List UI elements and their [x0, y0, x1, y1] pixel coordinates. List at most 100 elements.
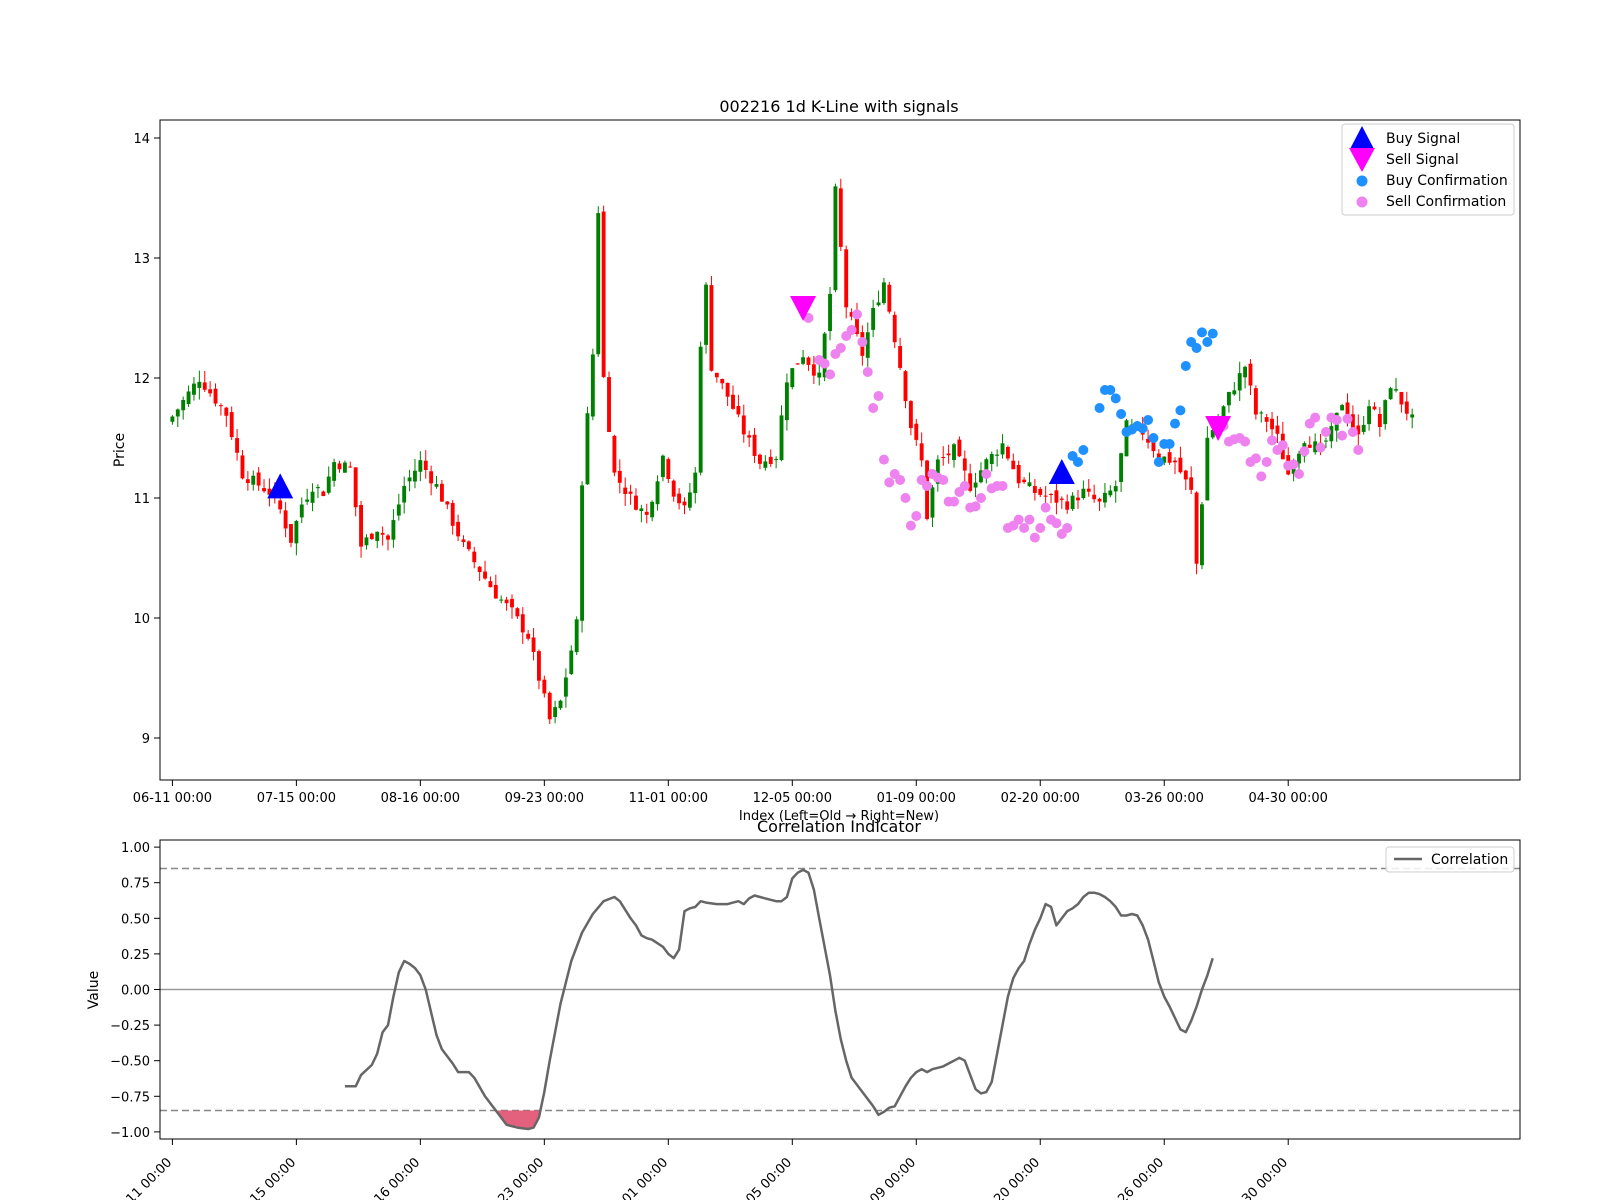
legend-sell-signal-label: Sell Signal: [1386, 152, 1459, 168]
sell-confirmation-marker: [959, 481, 970, 491]
legend-buy-signal-label: Buy Signal: [1386, 131, 1460, 147]
candle-body: [1200, 504, 1204, 566]
legend-correlation-label: Correlation: [1431, 852, 1508, 868]
candle-body: [1372, 406, 1377, 410]
sell-confirmation-marker: [1261, 457, 1272, 467]
buy-confirmation-marker: [1072, 457, 1083, 467]
sell-confirmation-marker: [1040, 502, 1051, 513]
kline-x-tick-label: 12-05 00:00: [753, 791, 832, 806]
correlation-legend: Correlation: [1385, 846, 1515, 873]
candle-body: [558, 700, 563, 709]
correlation-y-tick-label: 0.50: [121, 912, 150, 927]
candle-body: [1081, 488, 1086, 499]
buy-confirmation-marker: [1137, 423, 1148, 434]
candle-body: [1016, 464, 1021, 484]
candle-body: [407, 477, 412, 482]
candle-body: [590, 354, 595, 417]
candle-body: [569, 650, 574, 674]
buy-confirmation-marker: [1175, 405, 1186, 416]
candle-body: [391, 520, 396, 540]
candle-body: [617, 470, 622, 483]
sell-confirmation-marker: [1320, 427, 1331, 437]
candle-body: [714, 372, 719, 378]
candle-body: [472, 551, 477, 563]
candle-body: [1011, 460, 1016, 470]
candle-body: [833, 186, 838, 291]
candle-body: [461, 539, 466, 543]
candle-body: [537, 651, 541, 681]
kline-y-tick-label: 12: [133, 372, 150, 387]
sell-confirmation-marker: [900, 493, 911, 503]
candle-body: [612, 435, 617, 473]
kline-x-tick-label: 03-26 00:00: [1125, 791, 1204, 806]
buy-confirmation-marker: [1105, 385, 1116, 395]
candle-body: [752, 434, 757, 456]
candle-body: [623, 487, 628, 494]
candle-body: [736, 405, 741, 415]
sell-confirmation-marker: [1288, 459, 1299, 470]
sell-confirmation-marker: [825, 369, 836, 380]
buy-confirmation-marker: [1148, 433, 1159, 443]
sell-confirmation-marker: [905, 520, 916, 531]
candle-body: [1383, 400, 1388, 425]
sell-confirmation-marker: [878, 454, 889, 465]
candle-body: [774, 459, 779, 461]
candle-body: [197, 381, 202, 388]
kline-x-tick-label: 07-15 00:00: [257, 791, 336, 806]
candle-body: [245, 479, 250, 484]
sell-confirmation-marker: [1013, 514, 1024, 525]
candle-body: [1237, 373, 1242, 391]
candle-body: [1000, 443, 1005, 455]
candle-body: [192, 383, 196, 395]
kline-x-tick-label: 04-30 00:00: [1249, 791, 1328, 806]
sell-confirmation-marker: [1342, 413, 1353, 424]
candle-body: [865, 332, 870, 358]
candle-body: [790, 368, 795, 388]
sell-confirmation-marker: [911, 511, 922, 521]
candle-body: [1388, 388, 1393, 400]
candle-body: [919, 443, 924, 461]
sell-confirmation-marker: [922, 481, 933, 491]
candle-body: [359, 504, 364, 547]
candle-body: [1032, 486, 1037, 493]
candle-body: [580, 485, 585, 621]
candle-body: [957, 439, 962, 457]
candle-body: [687, 492, 692, 508]
sell-confirmation-marker: [857, 337, 868, 347]
candle-body: [218, 405, 223, 407]
correlation-y-label: Value: [86, 971, 102, 1009]
candle-body: [488, 581, 493, 588]
candle-body: [353, 467, 358, 508]
buy-confirmation-marker: [1180, 361, 1191, 371]
candle-body: [240, 455, 245, 479]
buy-confirmation-marker: [1143, 415, 1154, 425]
candle-body: [1167, 452, 1172, 463]
sell-confirmation-marker: [970, 501, 981, 512]
candle-body: [542, 679, 547, 694]
candle-body: [1113, 486, 1118, 492]
candle-body: [466, 541, 471, 550]
candle-body: [989, 453, 994, 464]
candle-body: [1022, 479, 1027, 483]
candle-body: [423, 460, 428, 470]
candle-body: [639, 508, 644, 512]
candle-body: [310, 491, 315, 503]
candle-body: [768, 456, 773, 464]
candle-body: [1264, 417, 1269, 422]
candle-body: [499, 599, 504, 601]
sell-confirmation-marker: [851, 309, 862, 320]
candle-body: [1340, 405, 1345, 411]
candle-body: [208, 389, 213, 394]
kline-x-tick-label: 01-09 00:00: [877, 791, 956, 806]
candle-body: [995, 454, 1000, 456]
sell-confirmation-marker: [1299, 446, 1310, 457]
candle-body: [1410, 414, 1415, 418]
candle-body: [547, 692, 552, 720]
candle-body: [1324, 440, 1328, 442]
candle-body: [1248, 363, 1253, 386]
candle-body: [666, 459, 671, 480]
sell-confirmation-marker: [846, 325, 857, 335]
candle-body: [493, 584, 498, 599]
candle-body: [369, 533, 374, 540]
buy-confirmation-marker: [1170, 418, 1181, 429]
